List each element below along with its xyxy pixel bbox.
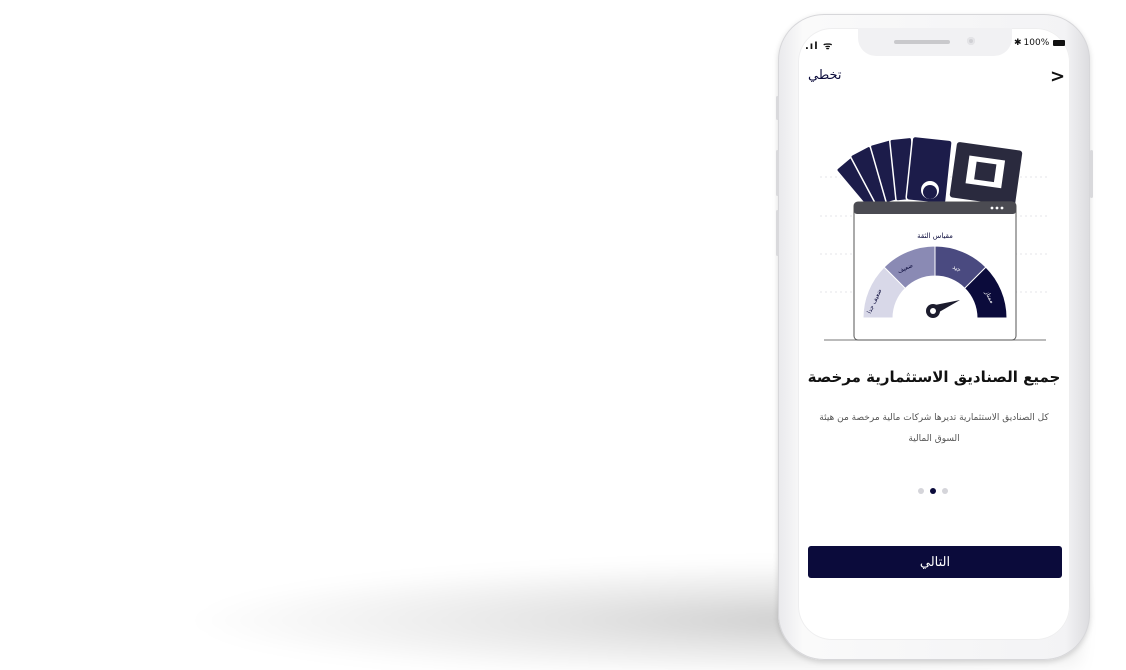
note-emblem-inner bbox=[923, 185, 937, 199]
battery-icon bbox=[1053, 40, 1066, 46]
battery-percent: 100% bbox=[1023, 38, 1050, 48]
front-camera bbox=[967, 37, 975, 45]
chevron-right-icon[interactable]: > bbox=[1050, 66, 1065, 87]
cash-notes-icon bbox=[835, 135, 953, 212]
next-button[interactable]: التالي bbox=[808, 546, 1062, 578]
page-dot[interactable] bbox=[942, 488, 948, 494]
power-button bbox=[1090, 150, 1093, 198]
volume-up-button bbox=[776, 150, 779, 196]
status-right: ✱ 100% bbox=[1014, 38, 1066, 48]
window-dot-icon bbox=[995, 206, 999, 210]
signal-wifi-icon: .ıl ᯤ bbox=[805, 41, 834, 52]
onboarding-title: جميع الصناديق الاستثمارية مرخصة bbox=[807, 368, 1061, 386]
volume-down-button bbox=[776, 210, 779, 256]
mute-switch bbox=[776, 96, 779, 120]
skip-button[interactable]: تخطي bbox=[808, 68, 842, 83]
gauge-title: مقياس الثقة bbox=[917, 232, 953, 240]
onboarding-illustration: مقياس الثقة ضعيف جدا ضعيف جيد ممتاز bbox=[820, 135, 1050, 341]
card-icon bbox=[949, 142, 1023, 206]
speaker-grille bbox=[894, 40, 950, 44]
bluetooth-icon: ✱ bbox=[1014, 38, 1022, 48]
window-dot-icon bbox=[990, 206, 994, 210]
page-dot[interactable] bbox=[918, 488, 924, 494]
window-dot-icon bbox=[1000, 206, 1004, 210]
onboarding-description: كل الصناديق الاستثمارية تديرها شركات مال… bbox=[819, 413, 1049, 444]
page-indicator bbox=[918, 488, 948, 494]
page-dot-active[interactable] bbox=[930, 488, 936, 494]
